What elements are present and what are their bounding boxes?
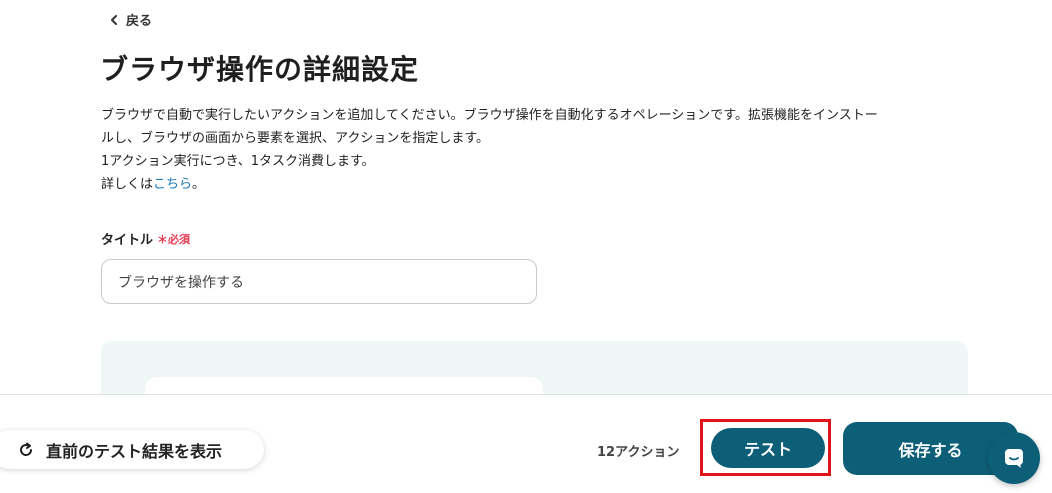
title-label-text: タイトル — [101, 233, 154, 248]
title-field-label: タイトル ＊必須 — [101, 229, 191, 249]
description-more-prefix: 詳しくは — [101, 177, 154, 192]
details-link[interactable]: こちら — [153, 177, 192, 192]
title-input[interactable] — [101, 259, 537, 304]
show-previous-test-result-button[interactable]: 直前のテスト結果を表示 — [0, 430, 264, 469]
description-line-3: 1アクション実行につき、1タスク消費します。 — [101, 154, 375, 169]
refresh-icon — [20, 442, 33, 456]
show-previous-label: 直前のテスト結果を表示 — [46, 441, 223, 461]
description-more-suffix: 。 — [192, 177, 206, 192]
description-line-2: ルし、ブラウザの画面から要素を選択、アクションを指定します。 — [101, 131, 490, 146]
chevron-left-icon — [111, 14, 117, 25]
chat-icon — [1005, 449, 1023, 468]
back-link[interactable]: 戻る — [108, 10, 152, 29]
back-label: 戻る — [126, 14, 153, 29]
chat-launcher[interactable] — [988, 432, 1040, 484]
description-line-4: 詳しくはこちら。 — [101, 173, 981, 196]
page-description: ブラウザで自動で実行したいアクションを追加してください。ブラウザ操作を自動化する… — [101, 104, 981, 196]
description-line-1: ブラウザで自動で実行したいアクションを追加してください。ブラウザ操作を自動化する… — [101, 108, 878, 123]
page-title: ブラウザ操作の詳細設定 — [100, 53, 420, 86]
required-badge: ＊必須 — [157, 232, 191, 246]
action-count: 12アクション — [597, 445, 680, 460]
test-button[interactable]: テスト — [711, 428, 825, 468]
